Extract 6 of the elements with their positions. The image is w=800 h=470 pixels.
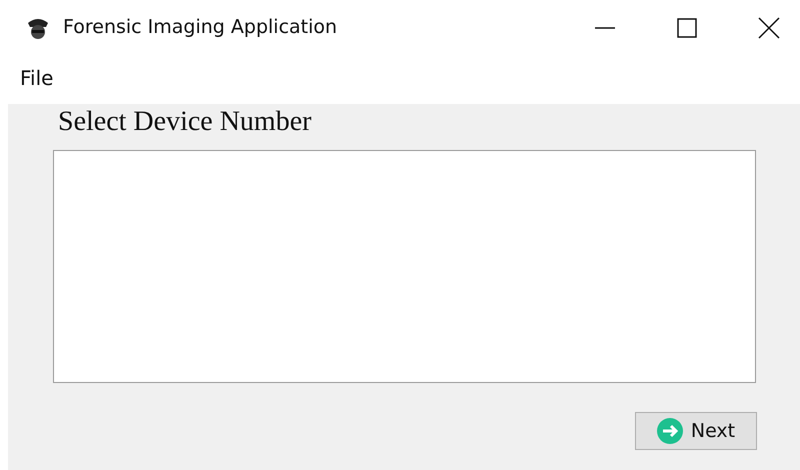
heading: Select Device Number — [58, 105, 312, 139]
window-title: Forensic Imaging Application — [63, 15, 338, 40]
maximize-icon[interactable] — [676, 16, 698, 38]
close-icon[interactable] — [758, 16, 780, 38]
next-button[interactable]: Next — [635, 412, 757, 450]
menu-item[interactable]: File — [20, 62, 54, 92]
